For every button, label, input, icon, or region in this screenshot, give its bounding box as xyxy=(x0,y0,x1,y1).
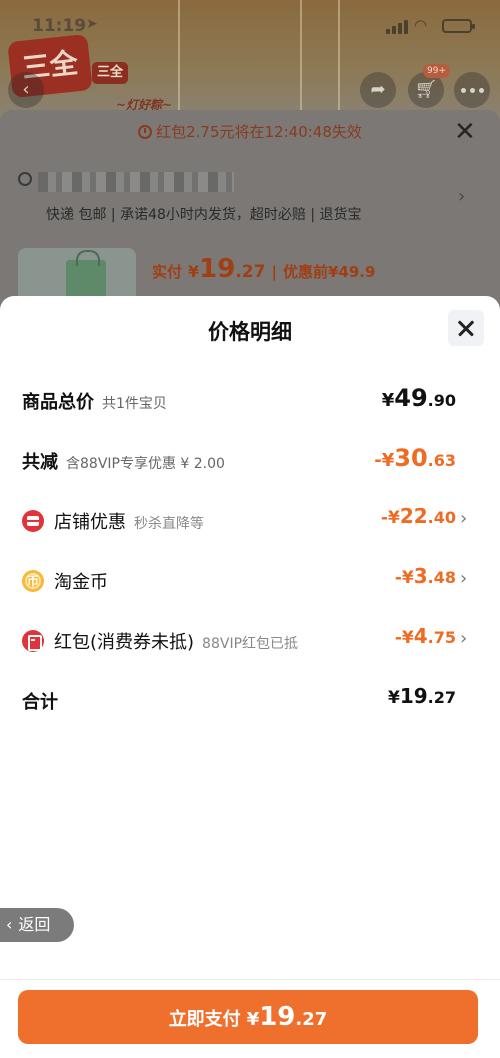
pay-summary: 实付 ¥19.27 | 优惠前¥49.9 xyxy=(152,254,376,284)
row-red-packet[interactable]: 红包(消费券未抵) 88VIP红包已抵 -¥4.75 › xyxy=(0,620,500,660)
countdown-banner: 红包2.75元将在12:40:48失效 xyxy=(0,112,500,152)
row-sub: 共1件宝贝 xyxy=(102,396,167,412)
pay-label: 实付 xyxy=(152,263,183,281)
location-arrow-icon: ➤ xyxy=(86,16,98,32)
row-amount: -¥3.48 xyxy=(394,564,456,588)
chevron-left-icon: ‹ xyxy=(6,915,13,934)
pay-now-label: 立即支付 xyxy=(168,1009,241,1030)
pre-discount-price: ¥49.9 xyxy=(327,263,376,281)
share-button[interactable]: ➦ xyxy=(360,72,396,108)
row-sub: 88VIP红包已抵 xyxy=(202,636,299,652)
row-amount: -¥30.63 xyxy=(374,444,456,472)
pay-currency: ¥ xyxy=(188,262,200,281)
coin-icon: 币 xyxy=(22,570,44,592)
row-grand-total: 合计 ¥19.27 xyxy=(0,680,500,720)
row-amount: -¥4.75 xyxy=(394,624,456,648)
status-time: 11:19 xyxy=(32,16,87,36)
chevron-right-icon[interactable]: › xyxy=(458,186,465,207)
pay-int: 19 xyxy=(199,254,236,284)
back-button[interactable]: ‹ 返回 xyxy=(0,908,74,942)
brand-badge: 三全 xyxy=(92,62,128,84)
row-store-discount[interactable]: 店铺优惠 秒杀直降等 -¥22.40 › xyxy=(0,500,500,540)
chevron-right-icon[interactable]: › xyxy=(460,628,467,649)
more-dots-icon xyxy=(454,72,490,108)
row-label: 店铺优惠 秒杀直降等 xyxy=(54,512,204,533)
row-label: 红包(消费券未抵) 88VIP红包已抵 xyxy=(54,632,299,653)
store-icon xyxy=(22,510,44,532)
pre-discount-label: 优惠前 xyxy=(282,263,328,281)
address-blurred[interactable] xyxy=(38,172,234,192)
signal-icon xyxy=(386,20,408,34)
price-detail-sheet: 价格明细 商品总价 共1件宝贝 ¥49.90 共减 含88VIP专享优惠 ¥ 2.0… xyxy=(0,296,500,1058)
chevron-right-icon[interactable]: › xyxy=(460,508,467,529)
row-amount: ¥49.90 xyxy=(381,384,456,412)
row-label: 商品总价 共1件宝贝 xyxy=(22,392,167,413)
row-amount: ¥19.27 xyxy=(387,684,456,708)
row-label: 共减 含88VIP专享优惠 ¥ 2.00 xyxy=(22,452,225,473)
pay-now-button[interactable]: 立即支付 ¥19.27 xyxy=(18,990,478,1044)
row-sub: 含88VIP专享优惠 ¥ 2.00 xyxy=(66,456,225,472)
location-pin-icon xyxy=(18,172,32,186)
back-label: 返回 xyxy=(18,915,51,934)
shipping-info: 快递 包邮 | 承诺48小时内发货，超时必赔 | 退货宝 xyxy=(46,207,362,223)
share-icon: ➦ xyxy=(370,79,386,100)
background-close-icon[interactable]: ✕ xyxy=(454,116,476,148)
sheet-title: 价格明细 xyxy=(208,320,292,344)
red-packet-icon xyxy=(22,630,44,652)
close-button[interactable] xyxy=(448,310,484,346)
row-goods-total: 商品总价 共1件宝贝 ¥49.90 xyxy=(0,380,500,420)
row-label: 淘金币 xyxy=(54,572,108,593)
chevron-right-icon[interactable]: › xyxy=(460,568,467,589)
back-arrow-button[interactable]: ‹ xyxy=(8,72,44,108)
battery-icon xyxy=(442,19,475,33)
chevron-left-icon: ‹ xyxy=(22,79,30,100)
wifi-icon: ◠ xyxy=(414,16,428,34)
more-button[interactable] xyxy=(454,72,490,108)
cart-count-badge: 99+ xyxy=(423,64,450,78)
cart-button[interactable]: 🛒︎ 99+ xyxy=(408,64,450,108)
pay-now-amount: 19 xyxy=(259,1002,296,1032)
pay-dec: .27 xyxy=(235,262,266,282)
row-taojinbi[interactable]: 币 淘金币 -¥3.48 › xyxy=(0,560,500,600)
cart-icon: 🛒︎ xyxy=(414,79,438,100)
row-sub: 秒杀直降等 xyxy=(134,516,204,532)
clock-icon xyxy=(138,125,153,139)
footer-divider xyxy=(0,979,500,980)
row-label: 合计 xyxy=(22,692,58,713)
row-total-discount: 共减 含88VIP专享优惠 ¥ 2.00 -¥30.63 xyxy=(0,440,500,480)
countdown-text: 红包2.75元将在12:40:48失效 xyxy=(156,123,362,141)
row-amount: -¥22.40 xyxy=(380,504,456,528)
